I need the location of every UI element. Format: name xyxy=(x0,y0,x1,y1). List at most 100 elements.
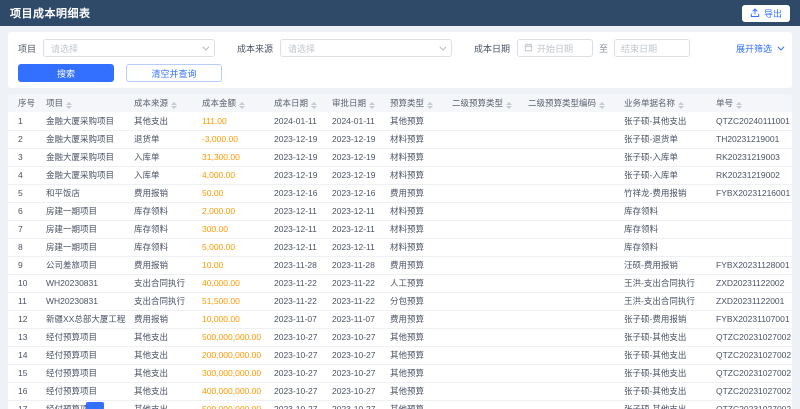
table-row[interactable]: 3 金融大厦采购项目 入库单 31,300.00 2023-12-19 2023-12-1… xyxy=(8,148,792,167)
sort-icon[interactable] xyxy=(736,102,743,109)
cell-budget_type: 材料预算 xyxy=(382,130,444,149)
clear-query-button[interactable]: 清空并查询 xyxy=(126,64,222,82)
cell-cost_date: 2023-11-28 xyxy=(266,256,324,275)
date-filter-label: 成本日期 xyxy=(474,43,511,54)
end-date-input[interactable]: 结束日期 xyxy=(614,39,691,57)
sort-icon[interactable] xyxy=(427,102,434,109)
column-header-doc_no[interactable]: 单号 xyxy=(708,94,792,112)
table-row[interactable]: 13 经付预算项目 其他支出 500,000,000.00 2023-10-27 2023… xyxy=(8,328,792,347)
cell-xh: 16 xyxy=(8,382,38,401)
source-select[interactable]: 请选择 xyxy=(280,39,453,57)
cell-cost_date: 2023-12-16 xyxy=(266,184,324,203)
cell-doc_no: QTZC20231027002 xyxy=(708,328,792,347)
table-row[interactable]: 11 WH20230831 支出合同执行 51,500.00 2023-11-22 202… xyxy=(8,292,792,311)
cell-budget_type: 其他预算 xyxy=(382,346,444,365)
sort-icon[interactable] xyxy=(678,102,685,109)
table-row[interactable]: 14 经付预算项目 其他支出 200,000,000.00 2023-10-27 2023… xyxy=(8,346,792,365)
start-date-input[interactable]: 开始日期 xyxy=(517,39,594,57)
sort-icon[interactable] xyxy=(311,102,318,109)
cell-doc_no xyxy=(708,220,792,239)
column-header-sub_budget_type[interactable]: 二级预算类型 xyxy=(444,94,520,112)
cell-project: 房建一期项目 xyxy=(38,202,126,221)
sort-icon[interactable] xyxy=(239,102,246,109)
sort-icon[interactable] xyxy=(369,102,376,109)
cell-budget_type: 其他预算 xyxy=(382,400,444,409)
expand-filter-link[interactable]: 展开筛选 xyxy=(736,42,785,55)
cell-source: 库存领料 xyxy=(126,238,194,257)
cell-doc_name: 张子硕-费用报销 xyxy=(616,310,708,329)
cell-cost_date: 2023-10-27 xyxy=(266,400,324,409)
table-row[interactable]: 16 经付预算项目 其他支出 400,000,000.00 2023-10-27 2023… xyxy=(8,382,792,401)
cell-sub_budget_type xyxy=(444,166,520,185)
cell-doc_name: 库存领料 xyxy=(616,238,708,257)
sort-icon[interactable] xyxy=(171,102,178,109)
cell-amount: 5,000.00 xyxy=(194,238,266,257)
cell-project: 金融大厦采购项目 xyxy=(38,130,126,149)
column-header-approval_date[interactable]: 审批日期 xyxy=(324,94,382,112)
cell-doc_no: RK20231219003 xyxy=(708,148,792,167)
table-row[interactable]: 10 WH20230831 支出合同执行 40,000.00 2023-11-22 202… xyxy=(8,274,792,293)
cell-doc_name: 张子硕-其他支出 xyxy=(616,328,708,347)
cell-doc_no: RK20231219002 xyxy=(708,166,792,185)
table-row[interactable]: 7 房建一期项目 库存领料 300.00 2023-12-11 2023-12-11 材料预… xyxy=(8,220,792,239)
cell-sub_budget_code xyxy=(520,166,616,185)
column-header-budget_type[interactable]: 预算类型 xyxy=(382,94,444,112)
column-label: 成本日期 xyxy=(274,98,309,108)
cell-approval_date: 2023-12-19 xyxy=(324,130,382,149)
cell-xh: 11 xyxy=(8,292,38,311)
cell-doc_name: 王洪-支出合同执行 xyxy=(616,292,708,311)
table-row[interactable]: 8 房建一期项目 库存领料 5,000.00 2023-12-11 2023-12-11 材… xyxy=(8,238,792,257)
cell-source: 费用报销 xyxy=(126,310,194,329)
table-row[interactable]: 6 房建一期项目 库存领料 2,000.00 2023-12-11 2023-12-11 材… xyxy=(8,202,792,221)
column-header-source[interactable]: 成本来源 xyxy=(126,94,194,112)
table-row[interactable]: 2 金融大厦采购项目 退货单 -3,000.00 2023-12-19 2023-12-1… xyxy=(8,130,792,149)
cell-sub_budget_code xyxy=(520,256,616,275)
page-title: 项目成本明细表 xyxy=(10,8,91,20)
search-button[interactable]: 搜索 xyxy=(18,64,114,82)
export-button[interactable]: 导出 xyxy=(741,4,790,22)
cell-amount: 10,000.00 xyxy=(194,310,266,329)
column-header-amount[interactable]: 成本金额 xyxy=(194,94,266,112)
cell-cost_date: 2023-12-11 xyxy=(266,220,324,239)
column-header-doc_name[interactable]: 业务单据名称 xyxy=(616,94,708,112)
cell-sub_budget_code xyxy=(520,220,616,239)
cell-doc_name: 库存领料 xyxy=(616,202,708,221)
cell-cost_date: 2023-11-07 xyxy=(266,310,324,329)
column-label: 审批日期 xyxy=(332,98,367,108)
table-row[interactable]: 12新疆XX总部大厦工程二期费用报销10,000.002023-11-07202… xyxy=(8,310,792,329)
sort-icon[interactable] xyxy=(66,102,73,109)
table-row[interactable]: 9 公司差旅项目 费用报销 10.00 2023-11-28 2023-11-28 费用预算… xyxy=(8,256,792,275)
column-header-xh[interactable]: 序号 xyxy=(8,94,38,112)
cell-doc_no: QTZC20231027002 xyxy=(708,364,792,383)
cell-approval_date: 2023-11-28 xyxy=(324,256,382,275)
cell-sub_budget_code xyxy=(520,400,616,409)
cell-amount: 300.00 xyxy=(194,220,266,239)
cell-source: 费用报销 xyxy=(126,184,194,203)
project-select[interactable]: 请选择 xyxy=(43,39,216,57)
cell-cost_date: 2023-10-27 xyxy=(266,382,324,401)
table-row[interactable]: 1 金融大厦采购项目 其他支出 111.00 2024-01-11 2024-01-11 其… xyxy=(8,112,792,131)
cell-doc_no: QTZC20240111001 xyxy=(708,112,792,131)
column-header-sub_budget_code[interactable]: 二级预算类型编码 xyxy=(520,94,616,112)
column-header-cost_date[interactable]: 成本日期 xyxy=(266,94,324,112)
cell-sub_budget_type xyxy=(444,346,520,365)
table-row[interactable]: 4 金融大厦采购项目 入库单 4,000.00 2023-12-19 2023-12-19… xyxy=(8,166,792,185)
cell-sub_budget_type xyxy=(444,364,520,383)
column-label: 二级预算类型 xyxy=(452,98,504,108)
cell-sub_budget_type xyxy=(444,310,520,329)
cell-budget_type: 材料预算 xyxy=(382,148,444,167)
cell-doc_no: FYBX20231216001 xyxy=(708,184,792,203)
cell-project: 公司差旅项目 xyxy=(38,256,126,275)
column-header-project[interactable]: 项目 xyxy=(38,94,126,112)
start-date-placeholder: 开始日期 xyxy=(537,43,574,54)
sort-icon[interactable] xyxy=(506,102,513,109)
cell-cost_date: 2023-10-27 xyxy=(266,346,324,365)
table-row[interactable]: 17 经付预算项目 其他支出 500,000,000.00 2023-10-27 2023… xyxy=(8,400,792,409)
cell-doc_no: FYBX20231107001 xyxy=(708,310,792,329)
cell-doc_no xyxy=(708,238,792,257)
cell-source: 其他支出 xyxy=(126,364,194,383)
sort-icon[interactable] xyxy=(599,102,606,109)
table-row[interactable]: 5 和平饭店 费用报销 50.00 2023-12-16 2023-12-16 费用预算 竹祥… xyxy=(8,184,792,203)
table-row[interactable]: 15 经付预算项目 其他支出 300,000,000.00 2023-10-27 2023… xyxy=(8,364,792,383)
cell-sub_budget_type xyxy=(444,400,520,409)
